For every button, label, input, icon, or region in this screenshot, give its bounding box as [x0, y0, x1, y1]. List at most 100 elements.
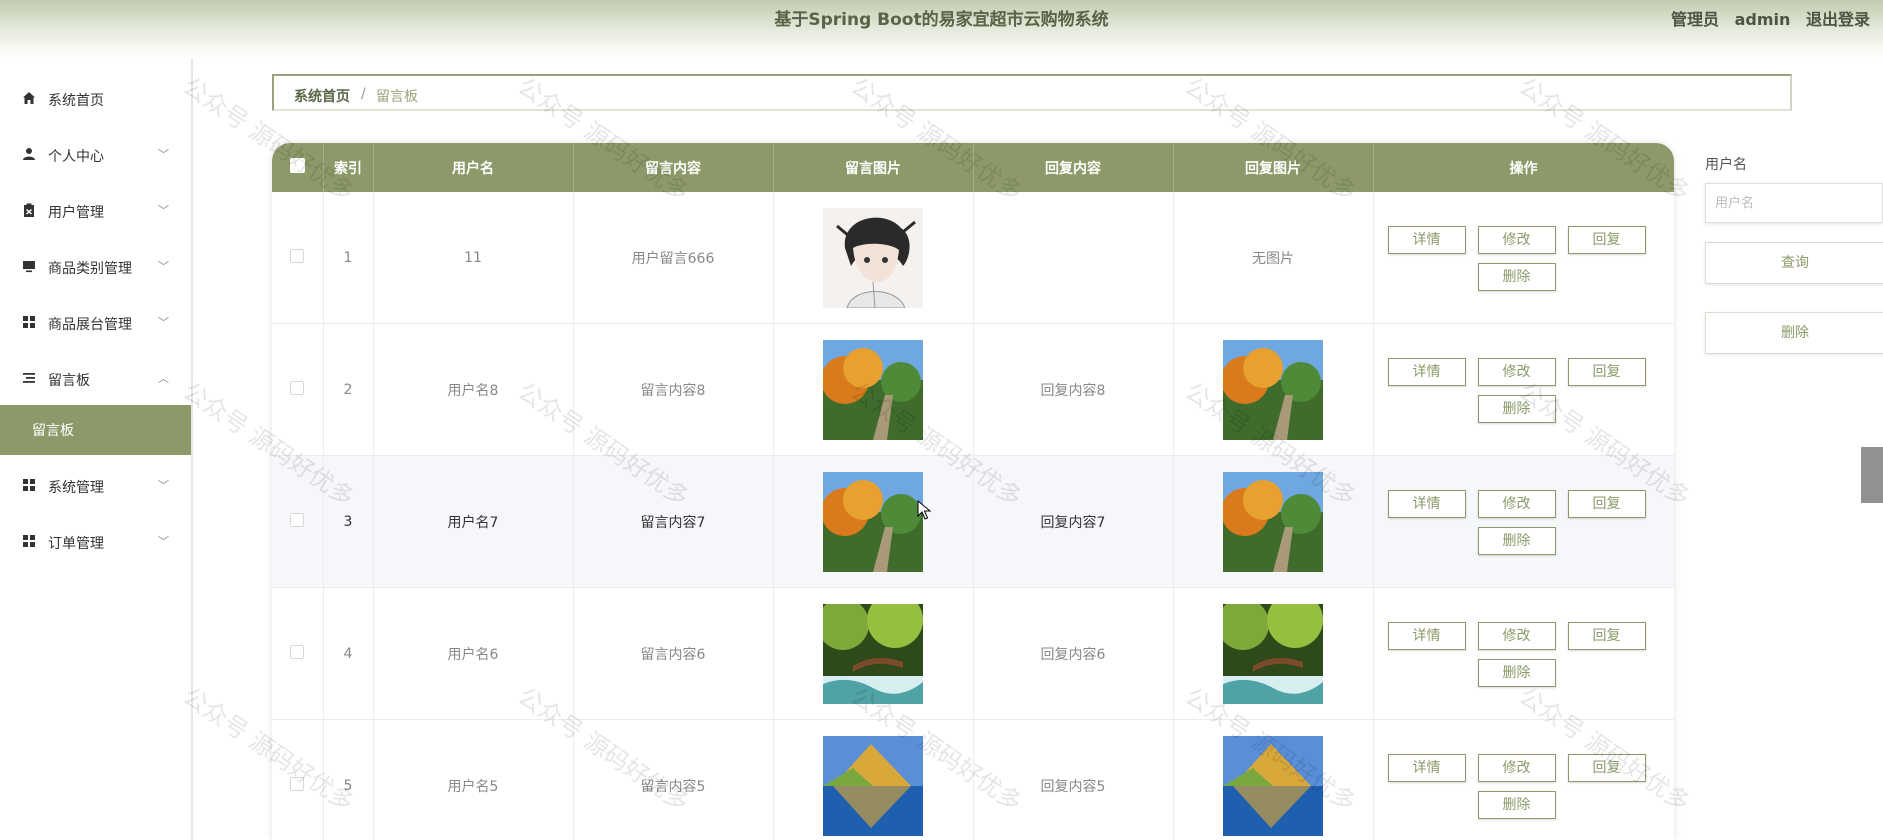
- sidebar-item-label: 系统管理: [48, 480, 104, 496]
- row-checkbox[interactable]: [290, 248, 305, 263]
- message-image-autumn-trees[interactable]: [823, 471, 923, 572]
- reply-image-autumn-trees[interactable]: [1223, 339, 1323, 440]
- reply-image-autumn-trees[interactable]: [1223, 471, 1323, 572]
- reply-button[interactable]: 回复: [1567, 225, 1646, 254]
- sidebar-item-personal-center[interactable]: 个人中心 ﹀: [0, 135, 191, 175]
- message-table: 索引 用户名 留言内容 留言图片 回复内容 回复图片 操作 1 11 用户留言6…: [272, 143, 1674, 840]
- edit-button[interactable]: 修改: [1477, 753, 1556, 782]
- column-header: 回复内容: [973, 143, 1174, 192]
- sidebar-item-label: 商品类别管理: [48, 261, 132, 277]
- delete-button[interactable]: 删除: [1477, 790, 1556, 819]
- column-header: 回复图片: [1173, 143, 1374, 192]
- username-search-input[interactable]: 用户名: [1705, 183, 1883, 223]
- reply-button[interactable]: 回复: [1567, 753, 1646, 782]
- row-content: 留言内容6: [573, 587, 774, 720]
- delete-button[interactable]: 删除: [1477, 658, 1556, 687]
- chevron-down-icon: ﹀: [158, 148, 169, 161]
- sidebar-item-showcase-management[interactable]: 商品展台管理 ﹀: [0, 303, 191, 343]
- message-image-cell: [773, 587, 974, 720]
- row-username: 用户名6: [373, 587, 574, 720]
- monitor-icon: [23, 261, 35, 273]
- edit-button[interactable]: 修改: [1477, 225, 1556, 254]
- logout-link[interactable]: 退出登录: [1806, 10, 1870, 29]
- reply-image-forest-bridge[interactable]: [1223, 603, 1323, 704]
- breadcrumb-home[interactable]: 系统首页: [294, 86, 350, 106]
- message-image-mountain-lake[interactable]: [823, 735, 923, 836]
- select-all-checkbox[interactable]: [289, 158, 305, 173]
- home-icon: [23, 92, 35, 104]
- sidebar-item-label: 订单管理: [48, 536, 104, 552]
- sidebar-item-order-management[interactable]: 订单管理 ﹀: [0, 522, 191, 562]
- chevron-down-icon: ﹀: [158, 204, 169, 217]
- row-reply: 回复内容5: [973, 719, 1174, 840]
- search-label: 用户名: [1705, 157, 1747, 173]
- username: admin: [1734, 10, 1791, 29]
- row-index: 3: [323, 455, 374, 588]
- row-index: 1: [323, 192, 374, 324]
- sidebar-item-system-management[interactable]: 系统管理 ﹀: [0, 466, 191, 506]
- message-image-autumn-trees[interactable]: [823, 339, 923, 440]
- grid-icon: [23, 316, 35, 328]
- sidebar-item-category-management[interactable]: 商品类别管理 ﹀: [0, 247, 191, 287]
- reply-button[interactable]: 回复: [1567, 357, 1646, 386]
- detail-button[interactable]: 详情: [1387, 225, 1466, 254]
- sidebar: 系统首页 个人中心 ﹀ 用户管理 ﹀ 商品类别管理 ﹀ 商品展台管理 ﹀ 留言板…: [0, 58, 193, 840]
- edit-button[interactable]: 修改: [1477, 621, 1556, 650]
- detail-button[interactable]: 详情: [1387, 357, 1466, 386]
- no-image-text: 无图片: [1252, 250, 1294, 267]
- row-reply: 回复内容8: [973, 323, 1174, 456]
- sidebar-item-message-board[interactable]: 留言板 ︿: [0, 359, 191, 399]
- reply-image-cell: 无图片: [1173, 192, 1374, 324]
- table-row[interactable]: 2 用户名8 留言内容8 回复内容8 详情 修改 回复 删除: [272, 323, 1674, 456]
- edit-button[interactable]: 修改: [1477, 489, 1556, 518]
- row-index: 2: [323, 323, 374, 456]
- reply-image-cell: [1173, 455, 1374, 588]
- table-row[interactable]: 4 用户名6 留言内容6 回复内容6 详情 修改 回复 删除: [272, 587, 1674, 720]
- edit-button[interactable]: 修改: [1477, 357, 1556, 386]
- row-reply: [973, 192, 1174, 324]
- delete-button[interactable]: 删除: [1477, 394, 1556, 423]
- detail-button[interactable]: 详情: [1387, 753, 1466, 782]
- actions-cell: 详情 修改 回复 删除: [1373, 587, 1674, 720]
- user-icon: [23, 148, 35, 160]
- reply-image-cell: [1173, 719, 1374, 840]
- detail-button[interactable]: 详情: [1387, 489, 1466, 518]
- reply-button[interactable]: 回复: [1567, 489, 1646, 518]
- row-checkbox[interactable]: [290, 512, 305, 527]
- reply-button[interactable]: 回复: [1567, 621, 1646, 650]
- row-content: 用户留言666: [573, 192, 774, 324]
- query-button[interactable]: 查询: [1705, 242, 1883, 284]
- table-row[interactable]: 3 用户名7 留言内容7 回复内容7 详情 修改 回复 删除: [272, 455, 1674, 588]
- row-checkbox[interactable]: [290, 776, 305, 791]
- reply-image-cell: [1173, 323, 1374, 456]
- row-checkbox[interactable]: [290, 380, 305, 395]
- sidebar-item-user-management[interactable]: 用户管理 ﹀: [0, 191, 191, 231]
- actions-cell: 详情 修改 回复 删除: [1373, 192, 1674, 324]
- table-row[interactable]: 1 11 用户留言666 无图片 详情 修改 回复 删除: [272, 192, 1674, 324]
- scrollbar-thumb[interactable]: [1861, 447, 1883, 503]
- row-content: 留言内容8: [573, 323, 774, 456]
- column-header: 留言内容: [573, 143, 774, 192]
- delete-button[interactable]: 删除: [1477, 526, 1556, 555]
- sidebar-item-label: 个人中心: [48, 149, 104, 165]
- row-checkbox[interactable]: [290, 644, 305, 659]
- actions-cell: 详情 修改 回复 删除: [1373, 323, 1674, 456]
- detail-button[interactable]: 详情: [1387, 621, 1466, 650]
- chevron-down-icon: ﹀: [158, 535, 169, 548]
- row-index: 4: [323, 587, 374, 720]
- bulk-delete-button[interactable]: 删除: [1705, 312, 1883, 354]
- sidebar-item-label: 用户管理: [48, 205, 104, 221]
- sidebar-item-label: 商品展台管理: [48, 317, 132, 333]
- reply-image-mountain-lake[interactable]: [1223, 735, 1323, 836]
- message-image-cell: [773, 192, 974, 324]
- actions-cell: 详情 修改 回复 删除: [1373, 719, 1674, 840]
- row-content: 留言内容5: [573, 719, 774, 840]
- message-image-anime-boy[interactable]: [823, 207, 923, 308]
- sidebar-subitem-message-board[interactable]: 留言板: [0, 405, 191, 455]
- user-area: 管理员 admin 退出登录: [1671, 0, 1870, 40]
- sidebar-item-home[interactable]: 系统首页: [0, 79, 191, 119]
- table-row[interactable]: 5 用户名5 留言内容5 回复内容5 详情 修改 回复 删除: [272, 719, 1674, 840]
- delete-button[interactable]: 删除: [1477, 262, 1556, 291]
- message-image-forest-bridge[interactable]: [823, 603, 923, 704]
- mouse-cursor-icon: [917, 500, 931, 520]
